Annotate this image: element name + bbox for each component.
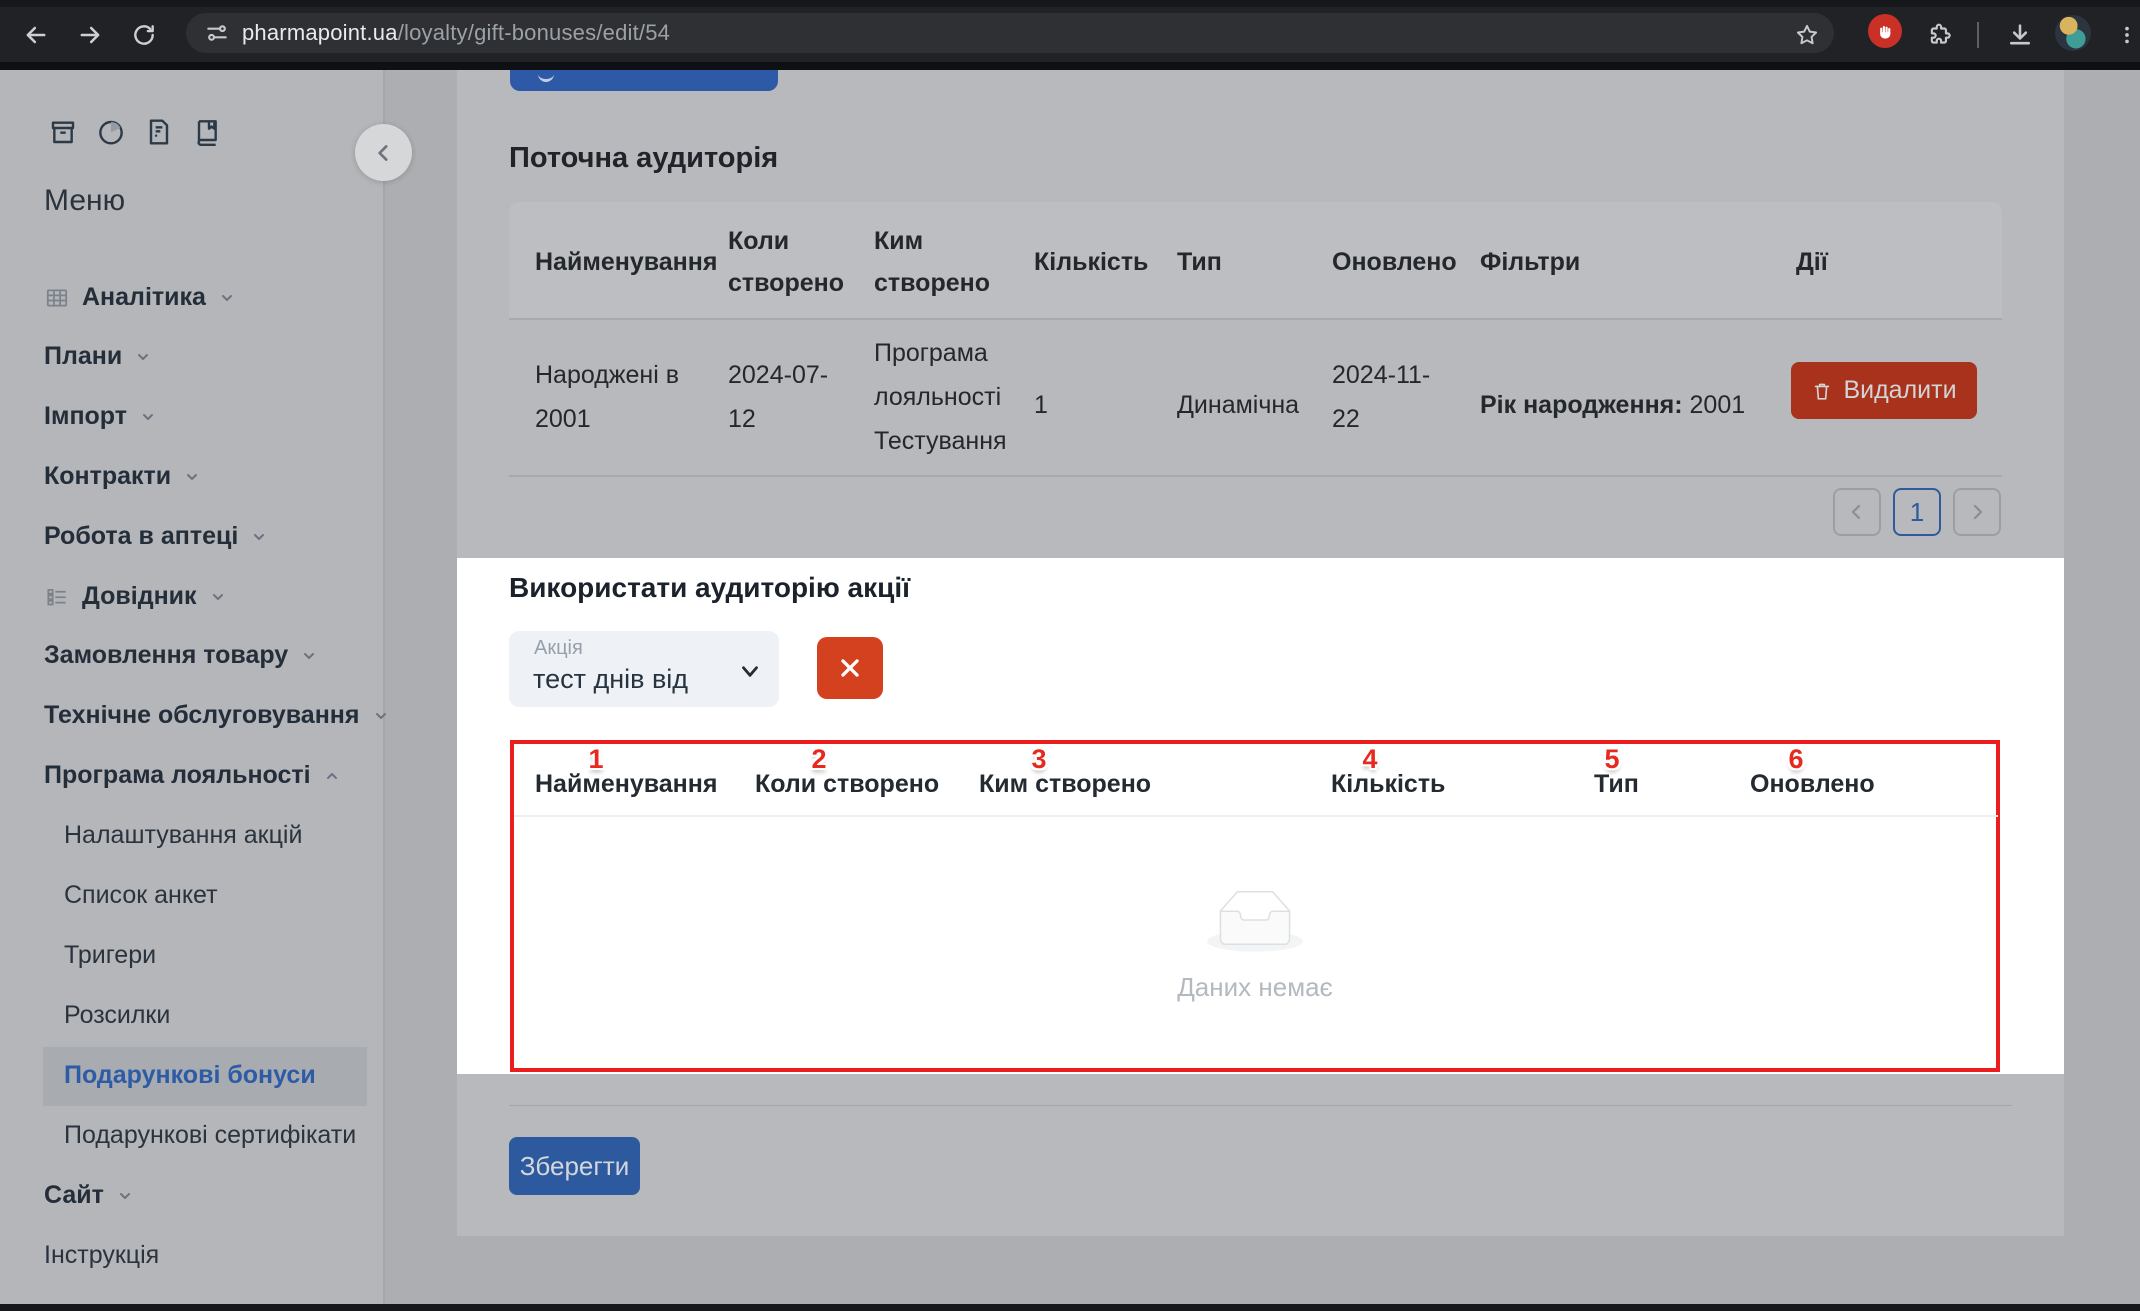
select-chevron-down-icon[interactable]	[737, 658, 763, 684]
close-icon	[841, 659, 859, 677]
chevron-up-icon	[326, 772, 337, 779]
bookmark-star-icon[interactable]	[1787, 15, 1827, 55]
table-divider-bottom	[509, 475, 2002, 477]
browser-tabstrip	[0, 0, 2140, 7]
downloads-icon[interactable]	[2000, 15, 2040, 55]
extensions-puzzle-icon[interactable]	[1920, 15, 1960, 55]
empty-state-text: Даних немає	[1177, 972, 1333, 1002]
clear-selection-button[interactable]	[817, 637, 883, 699]
sidebar-item-tryhery[interactable]: Тригери	[64, 941, 156, 970]
sidebar-item-plany[interactable]: Плани	[44, 342, 152, 371]
forward-icon[interactable]	[70, 15, 110, 55]
sidebar-menu-title: Меню	[44, 184, 126, 217]
sidebar-item-spysok-anket[interactable]: Список анкет	[64, 881, 218, 910]
box-col-name: Найменування	[535, 770, 718, 798]
app-root: pharmapoint.ua/loyalty/gift-bonuses/edit…	[0, 0, 2140, 1311]
box-header-divider	[514, 815, 1998, 817]
sidebar-item-instrukcia[interactable]: Інструкція	[44, 1241, 159, 1270]
box-col-count: Кількість	[1331, 770, 1446, 798]
cell-count: 1	[1034, 391, 1048, 419]
grid-icon	[44, 285, 70, 311]
cell-name: Народжені в 2001	[535, 361, 680, 433]
box-col-updated: Оновлено	[1750, 770, 1875, 798]
archive-box-icon[interactable]	[47, 116, 79, 148]
chevron-down-icon	[212, 593, 223, 600]
chevron-down-icon	[138, 353, 149, 360]
chevron-down-icon	[375, 712, 386, 719]
reload-icon[interactable]	[124, 15, 164, 55]
sidebar-item-analitika[interactable]: Аналітика	[44, 283, 236, 312]
promo-select-value: тест днів від	[533, 664, 689, 694]
address-bar[interactable]: pharmapoint.ua/loyalty/gift-bonuses/edit…	[186, 13, 1834, 53]
sidebar-item-robota-v-apteci[interactable]: Робота в аптеці	[44, 522, 268, 551]
col-type: Тип	[1177, 248, 1222, 276]
box-col-type: Тип	[1594, 770, 1639, 798]
sidebar-item-kontrakty[interactable]: Контракти	[44, 462, 201, 491]
list-icon	[44, 584, 70, 610]
sidebar-collapse-button[interactable]	[355, 124, 412, 181]
use-audience-title: Використати аудиторію акції	[509, 572, 910, 603]
col-name: Найменування	[535, 248, 718, 276]
adblock-extension-icon[interactable]	[1868, 14, 1902, 48]
toolbar-separator	[1977, 22, 1979, 48]
col-count: Кількість	[1034, 248, 1149, 276]
cell-filters: Рік народження: 2001	[1480, 383, 1745, 427]
book-icon[interactable]	[191, 116, 223, 148]
save-button[interactable]: Зберегти	[509, 1137, 640, 1195]
back-icon[interactable]	[16, 15, 56, 55]
url-path: /loyalty/gift-bonuses/edit/54	[397, 20, 671, 45]
chevron-down-icon	[254, 533, 265, 540]
url-domain: pharmapoint.ua	[242, 20, 398, 45]
pie-chart-icon[interactable]	[95, 116, 127, 148]
sidebar-item-podarunkovi-bonusy[interactable]: Подарункові бонуси	[64, 1061, 316, 1090]
empty-inbox-icon	[1207, 890, 1303, 952]
col-created-at: Коли створено	[728, 227, 845, 297]
sidebar-item-import[interactable]: Імпорт	[44, 402, 157, 431]
sidebar	[0, 70, 385, 1304]
chevron-down-icon	[119, 1192, 130, 1199]
chevron-right-icon	[1973, 504, 1983, 520]
chevron-down-icon	[221, 294, 232, 301]
sidebar-item-nalashtuvannia-akcii[interactable]: Налаштування акцій	[64, 821, 302, 850]
browser-menu-icon[interactable]	[2107, 15, 2140, 55]
cell-updated: 2024-11-22	[1332, 361, 1431, 433]
col-filters: Фільтри	[1480, 248, 1581, 276]
chevron-down-icon	[143, 413, 153, 420]
pagination-next-button[interactable]	[1953, 488, 2001, 536]
chevron-down-icon	[304, 652, 315, 659]
col-created-by: Ким створено	[874, 227, 991, 297]
pagination-page-1[interactable]: 1	[1893, 488, 1941, 536]
chevron-left-icon	[1851, 504, 1861, 520]
chevron-down-icon	[187, 473, 198, 480]
delete-audience-button[interactable]: Видалити	[1791, 362, 1977, 419]
browser-profile-avatar[interactable]	[2055, 15, 2091, 51]
sidebar-item-sait[interactable]: Сайт	[44, 1181, 134, 1210]
window-bottom-edge	[0, 1304, 2140, 1311]
box-col-created-at: Коли створено	[755, 770, 940, 798]
footer-divider	[509, 1105, 2012, 1106]
document-icon[interactable]	[143, 116, 175, 148]
promo-select-label: Акція	[534, 637, 583, 659]
cell-created-at: 2024-07-12	[728, 361, 829, 433]
pagination-prev-button[interactable]	[1833, 488, 1881, 536]
box-col-created-by: Ким створено	[979, 770, 1152, 798]
browser-toolbar-edge	[0, 62, 2140, 70]
col-actions: Дії	[1796, 248, 1828, 276]
filter-value: 2001	[1682, 391, 1746, 419]
sidebar-item-prohrama-loialnosti[interactable]: Програма лояльності	[44, 761, 341, 790]
filter-label: Рік народження:	[1480, 391, 1683, 419]
sidebar-item-podarunkovi-sertyfikaty[interactable]: Подарункові сертифікати	[64, 1121, 356, 1150]
col-updated: Оновлено	[1332, 248, 1457, 276]
sidebar-item-zamovlennia[interactable]: Замовлення товару	[44, 641, 318, 670]
sidebar-item-dovidnyk[interactable]: Довідник	[44, 582, 227, 611]
cell-type: Динамічна	[1177, 391, 1300, 419]
trash-icon	[1815, 383, 1830, 400]
site-info-icon[interactable]	[204, 20, 230, 46]
sidebar-item-tehnichne[interactable]: Технічне обслуговування	[44, 701, 390, 730]
sidebar-item-rozsylky[interactable]: Розсилки	[64, 1001, 170, 1030]
current-audience-title: Поточна аудиторія	[509, 142, 779, 174]
table-divider	[509, 318, 2002, 320]
